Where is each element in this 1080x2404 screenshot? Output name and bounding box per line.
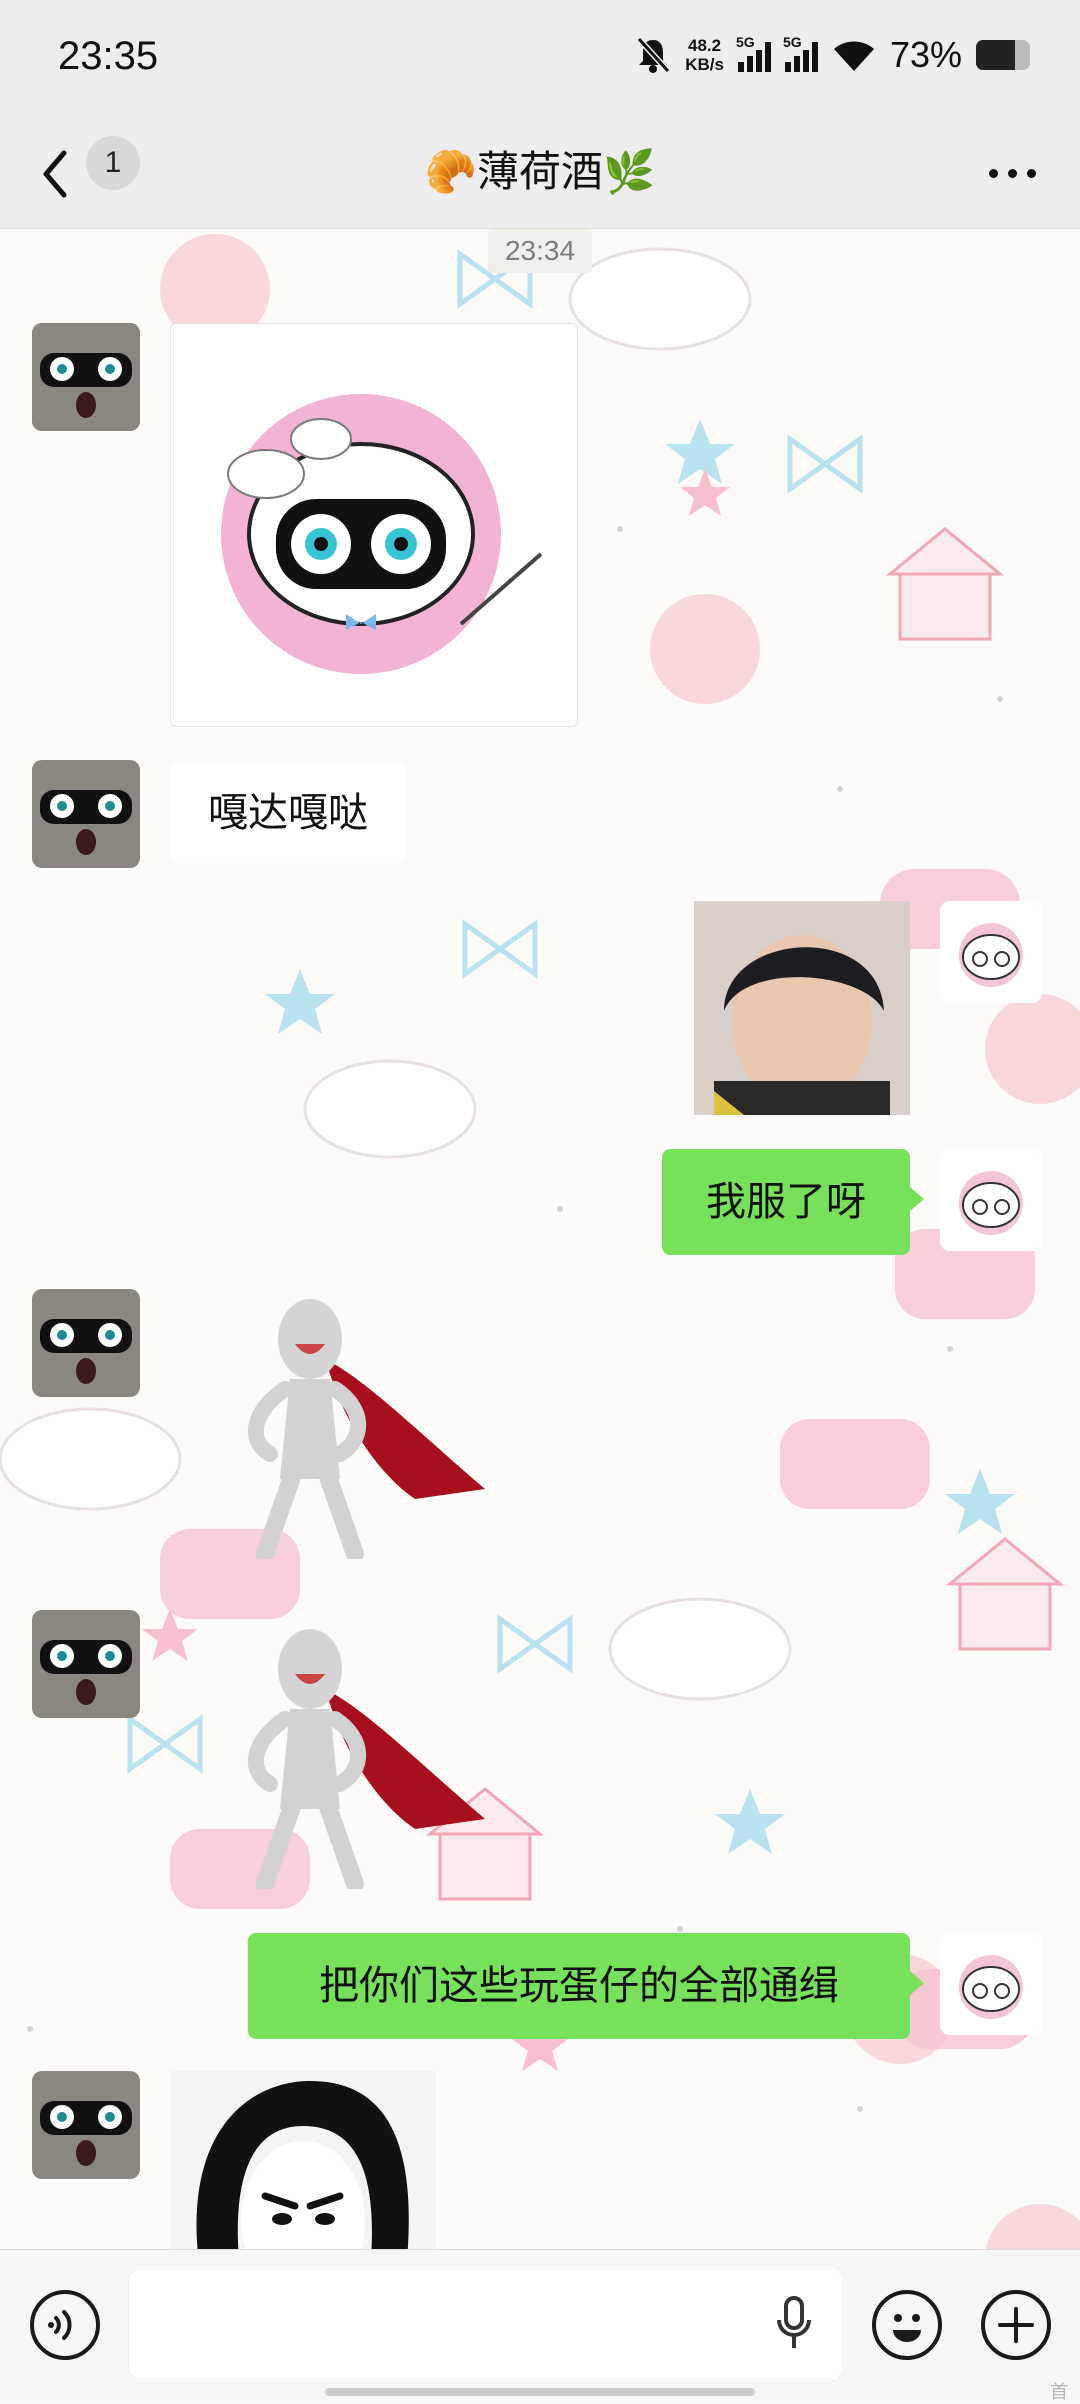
message-bubble-incoming[interactable]: 嘎达嘎哒: [170, 763, 406, 863]
chat-header: 1 🥐薄荷酒🌿: [0, 118, 1080, 229]
more-dot-icon: [1008, 168, 1017, 178]
home-indicator[interactable]: [325, 2388, 755, 2396]
my-avatar[interactable]: [940, 901, 1042, 1003]
plus-icon: [998, 2307, 1034, 2343]
masked-sheep-sticker[interactable]: [170, 323, 578, 727]
ink-drawing-sticker[interactable]: [170, 2071, 436, 2249]
mute-bell-icon: [636, 36, 671, 74]
my-avatar[interactable]: [940, 1933, 1042, 2035]
emoji-button[interactable]: [872, 2290, 942, 2360]
message-bubble-outgoing[interactable]: 我服了呀: [662, 1149, 924, 1255]
status-icons: 48.2 KB/s 5G 5G 73%: [635, 34, 1030, 76]
more-button[interactable]: [989, 148, 1036, 198]
network-speed: 48.2 KB/s: [685, 36, 724, 74]
more-dot-icon: [1027, 168, 1036, 178]
caped-figure-sticker[interactable]: [215, 1279, 495, 1563]
contact-avatar[interactable]: [32, 1289, 140, 1397]
microphone-icon[interactable]: [774, 2294, 814, 2354]
voice-icon: [48, 2310, 72, 2340]
masked-sheep-icon: [221, 394, 543, 674]
battery-percent: 73%: [889, 34, 962, 75]
ink-face-icon: [170, 2071, 436, 2249]
contact-avatar[interactable]: [32, 323, 140, 431]
boy-photo-image: [694, 901, 910, 1121]
caped-figure-sticker[interactable]: [215, 1609, 495, 1893]
masked-cat-avatar-icon: [32, 2071, 140, 2179]
status-bar: 23:35 48.2 KB/s 5G 5G 73%: [0, 0, 1080, 118]
chat-area[interactable]: 23:34 嘎达嘎哒 我服了呀 把你们这些玩蛋仔的全部通缉: [0, 229, 1080, 2249]
wifi-icon: [833, 41, 874, 71]
clock: 23:35: [58, 34, 159, 78]
my-avatar[interactable]: [940, 1149, 1042, 1251]
battery-icon: [976, 40, 1030, 70]
message-timestamp: 23:34: [488, 229, 592, 273]
sheep-avatar-icon: [940, 1933, 1042, 2035]
signal-icon: 5G: [783, 34, 818, 72]
sheep-avatar-icon: [940, 1149, 1042, 1251]
message-bubble-outgoing[interactable]: 把你们这些玩蛋仔的全部通缉: [248, 1933, 924, 2039]
watermark: 首: [1050, 2382, 1068, 2403]
caped-figure-icon: [247, 1629, 485, 1893]
contact-avatar[interactable]: [32, 2071, 140, 2179]
boy-photo[interactable]: [694, 901, 910, 1121]
caped-figure-icon: [247, 1299, 485, 1563]
plus-button[interactable]: [981, 2290, 1051, 2360]
battery-level: [976, 40, 1016, 70]
masked-cat-avatar-icon: [32, 323, 140, 431]
input-bar: 首: [0, 2249, 1080, 2403]
chat-title: 🥐薄荷酒🌿: [424, 147, 656, 196]
masked-cat-avatar-icon: [32, 1289, 140, 1397]
masked-cat-avatar-icon: [32, 760, 140, 868]
more-dot-icon: [989, 168, 998, 178]
contact-avatar[interactable]: [32, 1610, 140, 1718]
message-input[interactable]: [130, 2270, 842, 2378]
voice-button[interactable]: [30, 2290, 100, 2360]
sheep-avatar-icon: [940, 901, 1042, 1003]
signal-icon: 5G: [736, 34, 771, 72]
masked-cat-avatar-icon: [32, 1610, 140, 1718]
contact-avatar[interactable]: [32, 760, 140, 868]
emoji-icon: [893, 2314, 921, 2342]
